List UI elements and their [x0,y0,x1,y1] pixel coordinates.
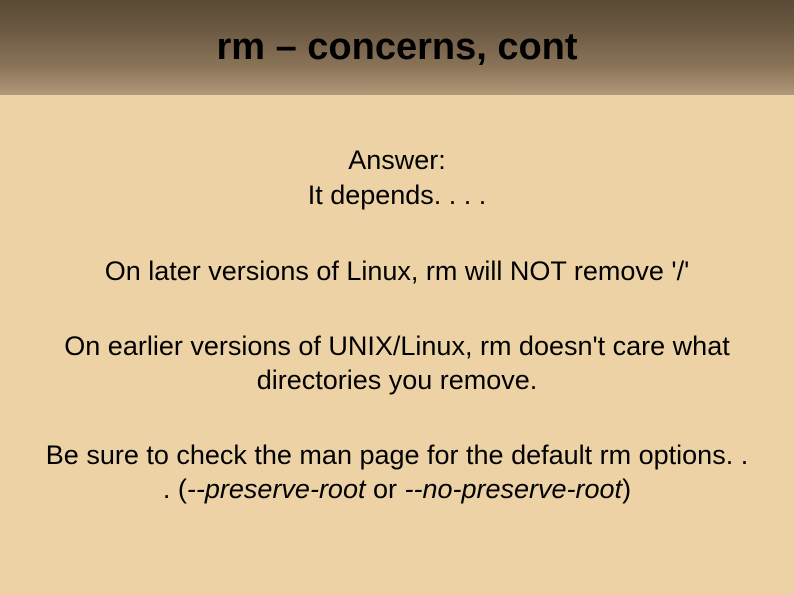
answer-block: Answer: It depends. . . . [40,143,754,212]
option-no-preserve-root: --no-preserve-root [404,474,622,504]
slide-content: Answer: It depends. . . . On later versi… [0,95,794,507]
title-bar: rm – concerns, cont [0,0,794,95]
paragraph-3-mid: or [365,474,404,504]
option-preserve-root: --preserve-root [187,474,366,504]
answer-text: It depends. . . . [40,178,754,213]
paragraph-3: Be sure to check the man page for the de… [40,438,754,507]
answer-label: Answer: [40,143,754,178]
paragraph-2: On earlier versions of UNIX/Linux, rm do… [40,329,754,398]
paragraph-1: On later versions of Linux, rm will NOT … [40,254,754,289]
slide-title: rm – concerns, cont [216,26,577,69]
paragraph-3-post: ) [622,474,631,504]
